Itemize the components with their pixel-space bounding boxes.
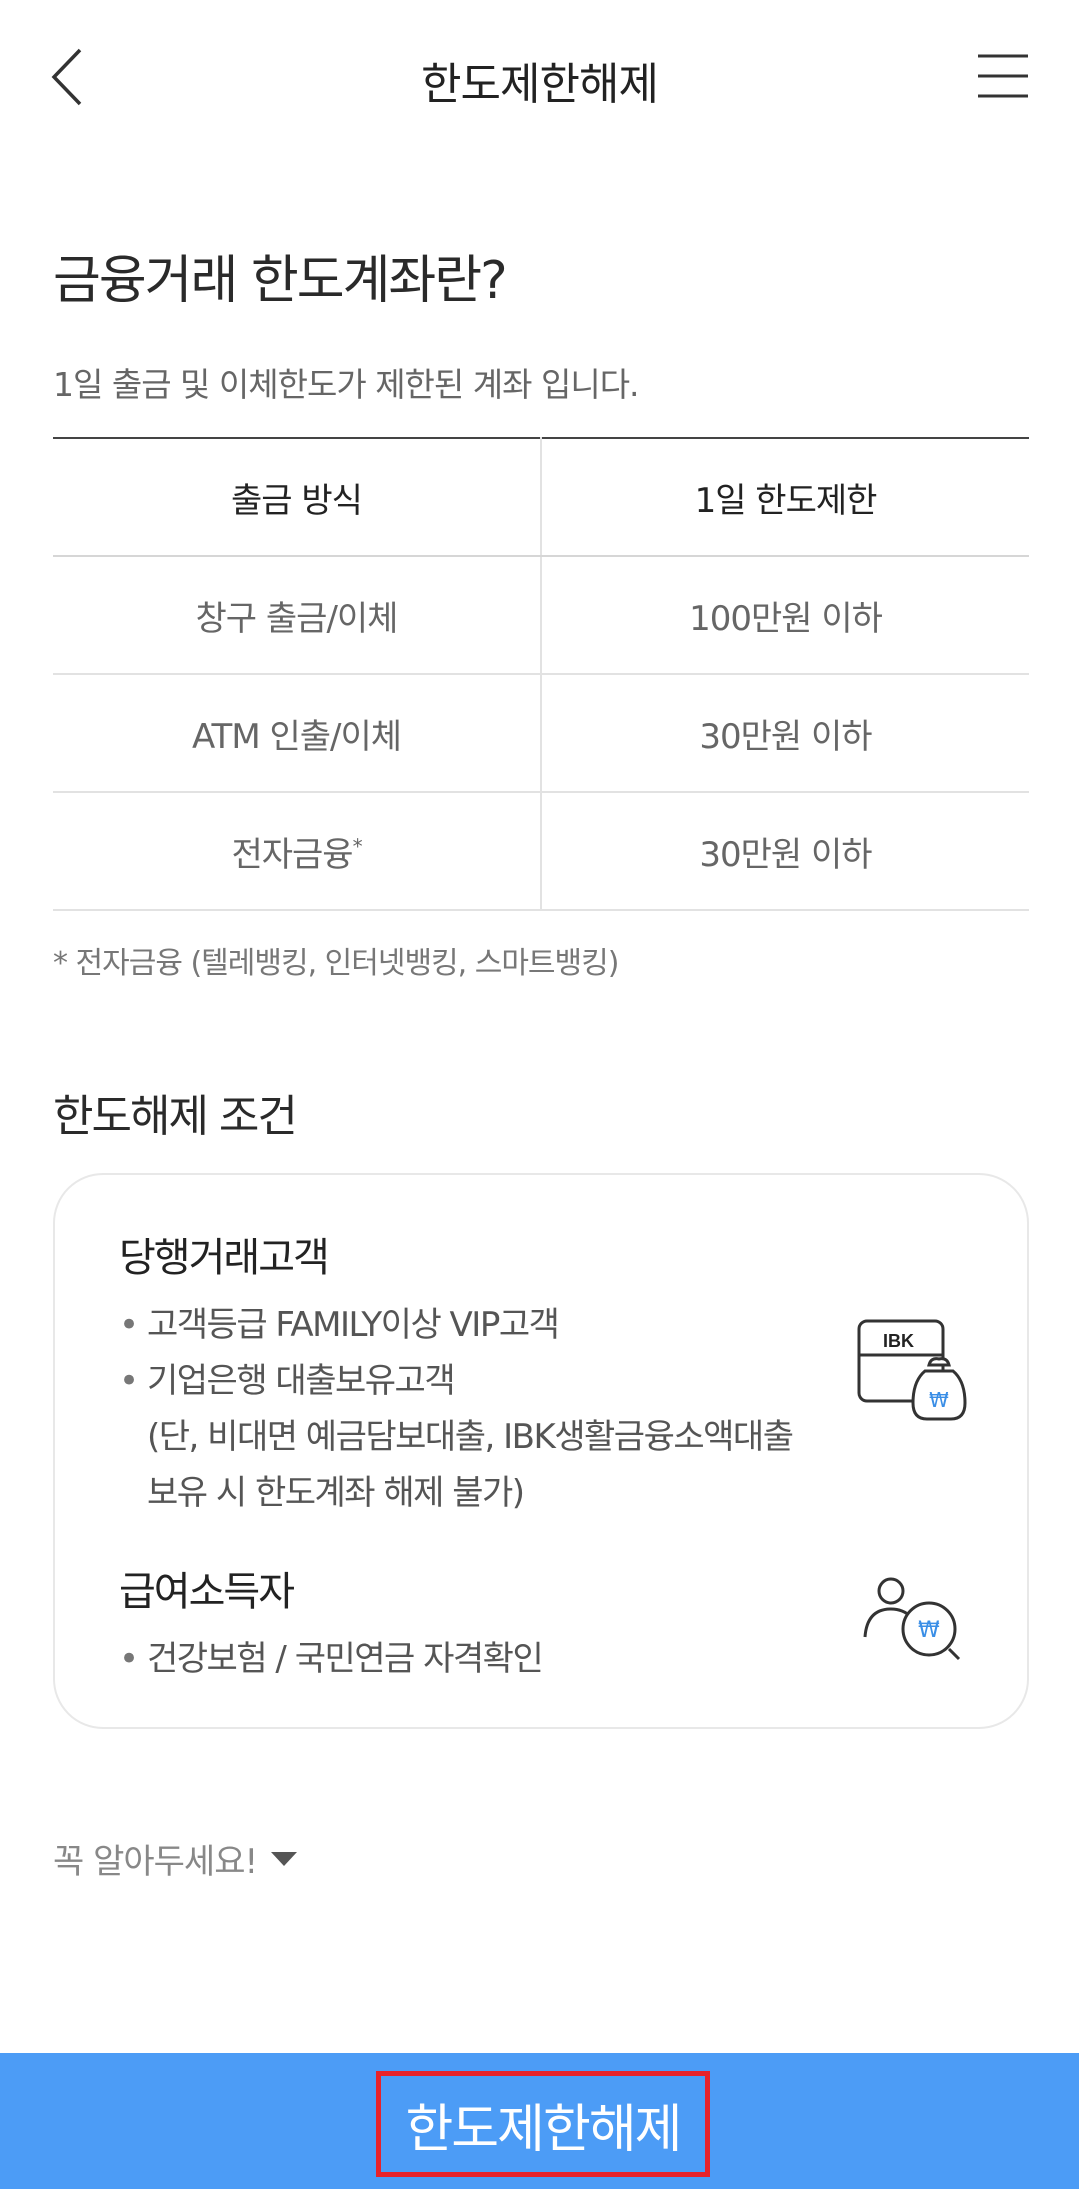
limit-cell: 30만원 이하 (541, 792, 1029, 911)
notice-toggle[interactable]: 꼭 알아두세요! (53, 1834, 298, 1883)
intro-description: 1일 출금 및 이체한도가 제한된 계좌 입니다. (53, 365, 640, 404)
ibk-card-moneybag-icon: IBK ₩ (857, 1319, 969, 1423)
table-row: 전자금융* 30만원 이하 (53, 792, 1029, 911)
person-won-search-icon: ₩ (863, 1573, 963, 1663)
menu-button[interactable] (976, 52, 1030, 100)
method-cell: 창구 출금/이체 (53, 556, 542, 675)
column-header-limit: 1일 한도제한 (541, 437, 1029, 557)
bottom-action-bar: 한도제한해제 (0, 2053, 1079, 2189)
bullet-text: 건강보험 / 국민연금 자격확인 (147, 1639, 544, 1679)
limit-table: 출금 방식 1일 한도제한 창구 출금/이체 100만원 이하 ATM 인출/이… (53, 437, 1029, 911)
bullet-text: 기업은행 대출보유고객 (147, 1361, 456, 1401)
list-item: • 기업은행 대출보유고객 (119, 1353, 456, 1402)
intro-title: 금융거래 한도계좌란? (53, 251, 508, 311)
group-title-salary: 급여소득자 (119, 1569, 295, 1615)
bullet-continuation: (단, 비대면 예금담보대출, IBK생활금융소액대출 (147, 1417, 794, 1457)
table-footnote: * 전자금융 (텔레뱅킹, 인터넷뱅킹, 스마트뱅킹) (53, 946, 619, 981)
table-row: ATM 인출/이체 30만원 이하 (53, 674, 1029, 793)
won-symbol: ₩ (929, 1388, 949, 1412)
method-cell: 전자금융* (53, 792, 542, 911)
app-header: 한도제한해제 (0, 0, 1079, 156)
column-header-method: 출금 방식 (53, 437, 542, 557)
method-cell: ATM 인출/이체 (53, 674, 542, 793)
list-item: • 고객등급 FAMILY이상 VIP고객 (119, 1297, 560, 1346)
footnote-mark: * (352, 834, 363, 859)
table-header-row: 출금 방식 1일 한도제한 (53, 437, 1029, 557)
notice-label: 꼭 알아두세요! (53, 1842, 258, 1882)
ibk-icon-text: IBK (883, 1331, 914, 1351)
conditions-title: 한도해제 조건 (53, 1091, 298, 1142)
hamburger-menu-icon (978, 54, 1028, 98)
group-title-customer: 당행거래고객 (119, 1235, 330, 1281)
caret-down-icon (271, 1851, 298, 1866)
limit-cell: 100만원 이하 (541, 556, 1029, 675)
bullet-dot: • (119, 1305, 139, 1345)
won-symbol: ₩ (918, 1618, 940, 1643)
table-row: 창구 출금/이체 100만원 이하 (53, 556, 1029, 675)
bullet-dot: • (119, 1639, 139, 1679)
limit-cell: 30만원 이하 (541, 674, 1029, 793)
bullet-text: 고객등급 FAMILY이상 VIP고객 (147, 1305, 560, 1345)
page-title: 한도제한해제 (421, 59, 659, 110)
method-text: 전자금융 (231, 834, 353, 875)
conditions-card: 당행거래고객 • 고객등급 FAMILY이상 VIP고객 • 기업은행 대출보유고객… (53, 1173, 1029, 1729)
bullet-continuation: 보유 시 한도계좌 해제 불가) (147, 1473, 525, 1513)
limit-release-button[interactable]: 한도제한해제 (376, 2071, 710, 2177)
list-item: • 건강보험 / 국민연금 자격확인 (119, 1631, 544, 1680)
bullet-dot: • (119, 1361, 139, 1401)
